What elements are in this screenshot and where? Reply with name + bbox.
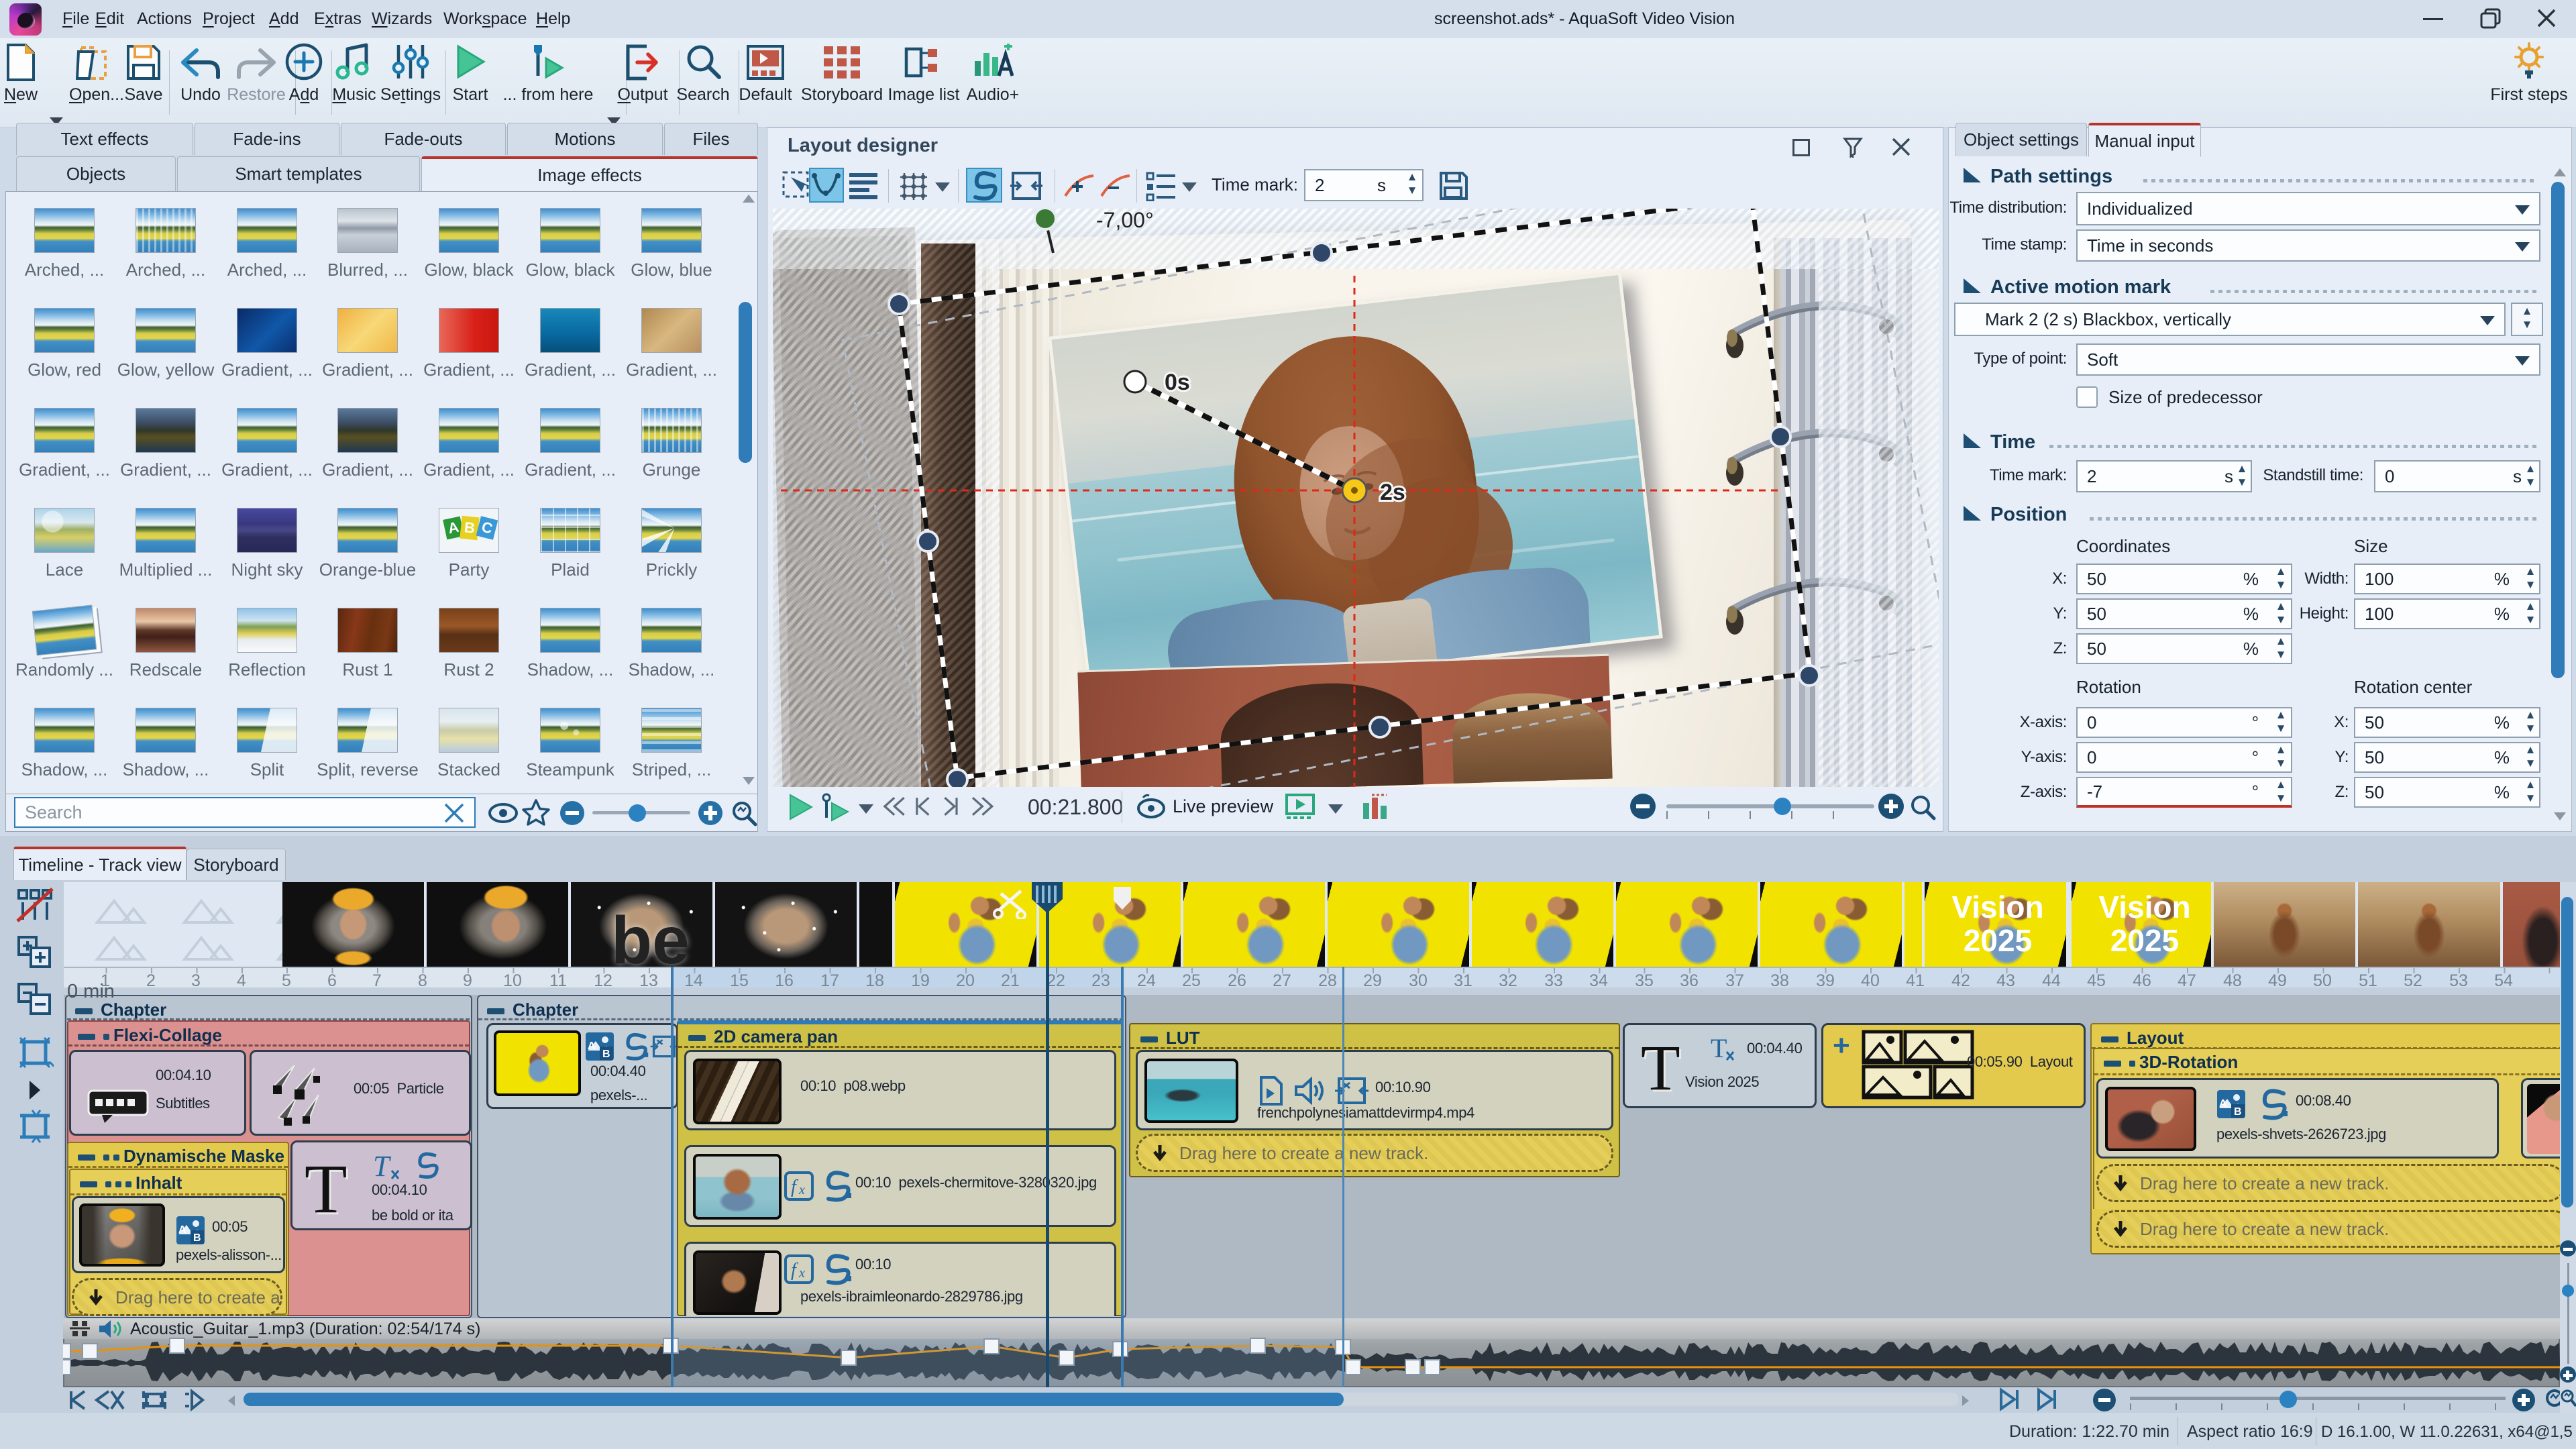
- svg-text:x: x: [798, 1266, 805, 1281]
- svg-text:T: T: [1711, 1033, 1727, 1063]
- svg-text:-7,00°: -7,00°: [1096, 209, 1154, 232]
- svg-text:T: T: [373, 1150, 392, 1183]
- svg-text:A: A: [178, 1224, 186, 1236]
- svg-text:B: B: [2234, 1106, 2242, 1118]
- svg-text:0s: 0s: [1165, 370, 1190, 395]
- svg-text:f: f: [791, 1177, 798, 1197]
- svg-text:B: B: [193, 1232, 201, 1244]
- svg-text:x: x: [798, 1183, 805, 1197]
- svg-text:A: A: [588, 1040, 596, 1052]
- svg-text:B: B: [602, 1049, 610, 1060]
- svg-text:A: A: [2219, 1098, 2227, 1110]
- svg-text:f: f: [791, 1260, 798, 1281]
- svg-text:2s: 2s: [1380, 480, 1405, 505]
